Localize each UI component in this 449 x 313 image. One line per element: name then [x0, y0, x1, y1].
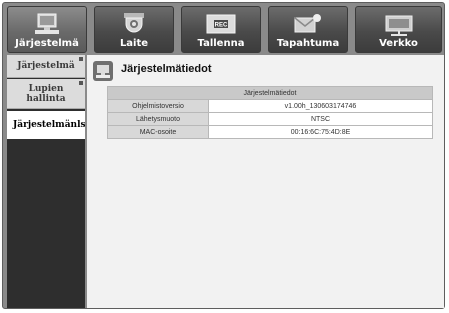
menu-item-system[interactable]: Järjestelmä: [7, 55, 85, 78]
page-title: Järjestelmätiedot: [121, 63, 212, 75]
corner-marker-icon: [79, 57, 83, 61]
row-label: MAC-osoite: [107, 125, 209, 139]
menu-item-label: Järjestelmä: [17, 61, 75, 71]
network-icon: [382, 11, 416, 37]
menu-item-label: Lupien hallinta: [26, 83, 66, 104]
mac-address-value: 00:16:6C:75:4D:8E: [208, 125, 433, 139]
tab-system[interactable]: Järjestelmä: [7, 6, 87, 53]
left-menu: Järjestelmä Lupien hallinta Järjestelmän…: [7, 55, 85, 308]
system-info-table: Järjestelmätiedot Ohjelmistoversio v1.00…: [107, 86, 433, 139]
row-label: Ohjelmistoversio: [107, 99, 209, 113]
tab-label: Verkko: [379, 38, 418, 49]
table-row: Ohjelmistoversio v1.00h_130603174746: [107, 99, 433, 113]
table-header: Järjestelmätiedot: [107, 86, 433, 100]
tab-device[interactable]: Laite: [94, 6, 174, 53]
tab-label: Tallenna: [197, 38, 245, 49]
software-version-value: v1.00h_130603174746: [208, 99, 433, 113]
tab-network[interactable]: Verkko: [355, 6, 442, 53]
menu-item-label: Järjestelmänls: [13, 120, 85, 130]
svg-text:REC: REC: [215, 23, 228, 29]
tab-event[interactable]: Tapahtuma: [268, 6, 348, 53]
table-row: MAC-osoite 00:16:6C:75:4D:8E: [107, 125, 433, 139]
table-row: Lähetysmuoto NTSC: [107, 112, 433, 126]
table-header-row: Järjestelmätiedot: [107, 86, 433, 100]
main-panel: Järjestelmätiedot Järjestelmätiedot Ohje…: [87, 55, 444, 308]
event-icon: [291, 11, 325, 37]
broadcast-format-value: NTSC: [208, 112, 433, 126]
menu-item-system-info[interactable]: Järjestelmänls: [7, 111, 85, 139]
tab-label: Järjestelmä: [15, 38, 79, 49]
top-tab-bar: Järjestelmä Laite REC Tallenna Tapahtuma…: [7, 6, 442, 53]
corner-marker-icon: [79, 81, 83, 85]
tab-label: Tapahtuma: [276, 38, 340, 49]
menu-item-permission-management[interactable]: Lupien hallinta: [7, 79, 85, 109]
dvr-settings-window: Järjestelmä Laite REC Tallenna Tapahtuma…: [2, 2, 445, 309]
system-icon: [30, 11, 64, 37]
tab-label: Laite: [119, 38, 149, 49]
system-info-icon: [93, 61, 113, 81]
rec-icon: REC: [204, 11, 238, 37]
tab-record[interactable]: REC Tallenna: [181, 6, 261, 53]
camera-icon: [117, 11, 151, 37]
row-label: Lähetysmuoto: [107, 112, 209, 126]
